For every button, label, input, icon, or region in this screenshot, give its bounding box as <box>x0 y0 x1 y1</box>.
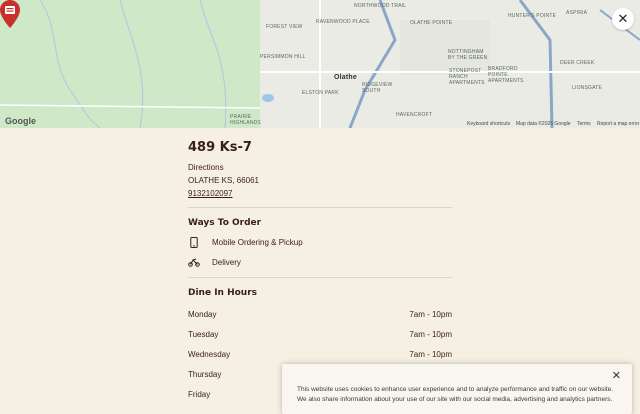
map-label: RAVENWOOD PLACE <box>316 19 370 25</box>
divider <box>188 277 452 278</box>
cookie-banner: ✕ This website uses cookies to enhance u… <box>282 364 632 414</box>
map-label: STONEPOST RANCH APARTMENTS <box>449 68 485 86</box>
divider <box>188 207 452 208</box>
hours-day: Tuesday <box>188 330 219 339</box>
map-label: NOTTINGHAM BY THE GREEN <box>448 49 488 61</box>
hours-time: 7am - 10pm <box>409 350 452 359</box>
map-label: BRADFORD POINTE APARTMENTS <box>488 66 524 84</box>
keyboard-shortcuts-link[interactable]: Keyboard shortcuts <box>467 121 510 127</box>
dine-in-hours-title: Dine In Hours <box>188 288 258 298</box>
order-option-label: Mobile Ordering & Pickup <box>212 237 303 247</box>
hours-time: 7am - 10pm <box>409 330 452 339</box>
map-label: HUNTER'S POINTE <box>508 13 557 19</box>
hours-day: Thursday <box>188 370 222 379</box>
hours-day: Monday <box>188 310 217 319</box>
order-option-label: Delivery <box>212 257 241 267</box>
store-details: 489 Ks-7 Directions OLATHE KS, 66061 913… <box>188 128 452 401</box>
order-option-mobile: Mobile Ordering & Pickup <box>188 236 452 248</box>
map-label: NORTHWOOD TRAIL <box>354 3 407 9</box>
order-option-delivery: Delivery <box>188 256 452 268</box>
map[interactable]: NORTHWOOD TRAIL RAVENWOOD PLACE FOREST V… <box>0 0 640 128</box>
map-label: LIONSGATE <box>572 85 603 91</box>
report-map-error-link[interactable]: Report a map error <box>597 121 639 127</box>
hours-row: Monday 7am - 10pm <box>188 310 452 321</box>
close-icon: ✕ <box>617 11 629 26</box>
map-label: FOREST VIEW <box>266 24 303 30</box>
ways-to-order-title: Ways To Order <box>188 218 262 228</box>
terms-link[interactable]: Terms <box>577 121 591 127</box>
map-label: DEER CREEK <box>560 60 595 66</box>
directions-link[interactable]: Directions <box>188 163 452 172</box>
map-label: HAVENCROFT <box>396 112 433 118</box>
map-label: ELSTON PARK <box>302 90 339 96</box>
map-label: ASPIRIA <box>566 10 588 16</box>
hours-day: Friday <box>188 390 211 399</box>
cookie-text: This website uses cookies to enhance use… <box>297 386 614 403</box>
map-label-city: Olathe <box>334 74 357 81</box>
map-label: PERSIMMON HILL <box>260 54 306 60</box>
map-pin-icon[interactable] <box>0 0 20 28</box>
store-title: 489 Ks-7 <box>188 140 252 155</box>
hours-day: Wednesday <box>188 350 231 359</box>
phone-icon <box>188 236 200 248</box>
google-logo: Google <box>5 116 36 126</box>
hours-row: Wednesday 7am - 10pm <box>188 350 452 361</box>
store-address: OLATHE KS, 66061 <box>188 176 259 185</box>
map-label: PRAIRIE HIGHLANDS <box>230 114 261 126</box>
hours-time: 7am - 10pm <box>409 310 452 319</box>
close-map-button[interactable]: ✕ <box>612 8 634 30</box>
map-label: RIDGEVIEW SOUTH <box>362 82 393 94</box>
hours-row: Tuesday 7am - 10pm <box>188 330 452 341</box>
map-data-text: Map data ©2026 Google <box>516 121 571 127</box>
scooter-icon <box>188 256 200 268</box>
store-phone-link[interactable]: 9132102097 <box>188 189 452 198</box>
map-label: OLATHE POINTE <box>410 20 453 26</box>
cookie-close-button[interactable]: ✕ <box>612 369 621 382</box>
